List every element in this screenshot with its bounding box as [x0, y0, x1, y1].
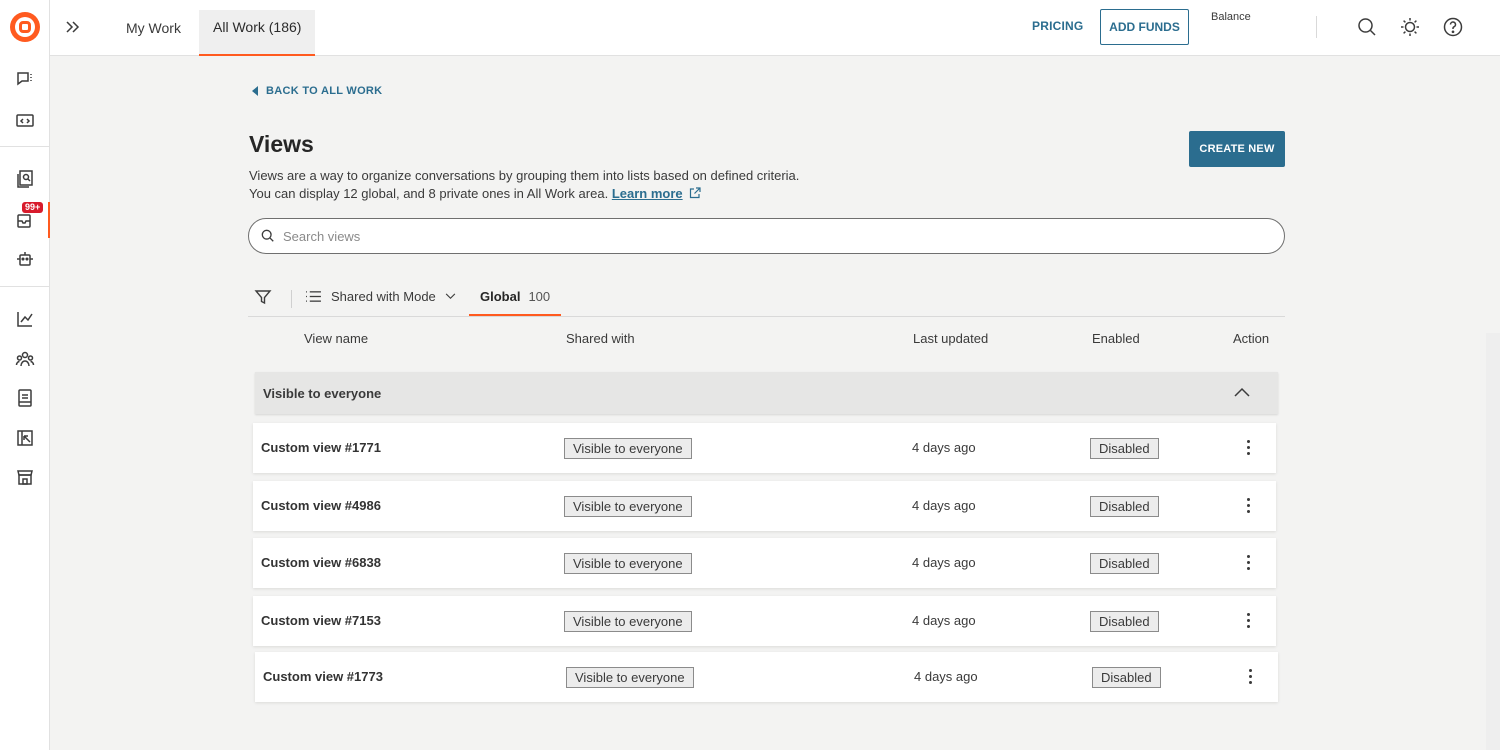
search-icon: [261, 229, 274, 242]
description-line-2: You can display 12 global, and 8 private…: [249, 185, 799, 203]
create-new-button[interactable]: CREATE NEW: [1189, 131, 1285, 167]
status-badge: Disabled: [1090, 438, 1159, 459]
filter-bar: Shared with Mode Global 100: [248, 280, 1285, 317]
shared-with-tag: Visible to everyone: [566, 667, 694, 688]
balance-label: Balance: [1211, 11, 1251, 23]
expand-sidebar-icon[interactable]: [62, 16, 84, 38]
pricing-link[interactable]: PRICING: [1032, 19, 1083, 33]
view-name[interactable]: Custom view #4986: [261, 498, 381, 513]
help-icon[interactable]: [1442, 16, 1464, 38]
code-icon[interactable]: [0, 102, 50, 138]
group-label: Visible to everyone: [263, 385, 382, 401]
more-actions-icon[interactable]: [1243, 438, 1253, 458]
shared-with-tag: Visible to everyone: [564, 611, 692, 632]
external-link-icon[interactable]: [689, 187, 701, 199]
column-header-shared-with[interactable]: Shared with: [566, 331, 635, 346]
shared-with-tag: Visible to everyone: [564, 496, 692, 517]
tab-all-work[interactable]: All Work (186): [199, 10, 316, 56]
column-header-action: Action: [1233, 331, 1270, 346]
more-actions-icon[interactable]: [1243, 496, 1253, 516]
column-header-view-name[interactable]: View name: [304, 331, 368, 346]
reports-icon[interactable]: [0, 420, 50, 456]
chevron-up-icon[interactable]: [1234, 386, 1250, 398]
back-to-all-work-link[interactable]: BACK TO ALL WORK: [252, 85, 382, 97]
filter-icon[interactable]: [254, 288, 272, 306]
search-docs-icon[interactable]: [0, 161, 50, 197]
notification-badge: 99+: [22, 202, 44, 213]
tab-global-count: 100: [528, 289, 551, 304]
learn-more-link[interactable]: Learn more: [612, 186, 683, 201]
table-row[interactable]: Custom view #1773 Visible to everyone 4 …: [255, 652, 1278, 702]
description-line-1: Views are a way to organize conversation…: [249, 168, 800, 183]
column-header-enabled[interactable]: Enabled: [1092, 331, 1140, 346]
knowledge-icon[interactable]: [0, 380, 50, 416]
view-name[interactable]: Custom view #1771: [261, 440, 381, 455]
page-description: Views are a way to organize conversation…: [249, 167, 799, 203]
more-actions-icon[interactable]: [1243, 553, 1253, 573]
theme-sun-icon[interactable]: [1399, 16, 1421, 38]
search-bar: [248, 218, 1285, 254]
shared-with-tag: Visible to everyone: [564, 438, 692, 459]
table-row[interactable]: Custom view #7153 Visible to everyone 4 …: [253, 596, 1276, 646]
shared-with-dropdown-label: Shared with Mode: [331, 289, 436, 304]
more-actions-icon[interactable]: [1245, 667, 1255, 687]
table-row[interactable]: Custom view #4986 Visible to everyone 4 …: [253, 481, 1276, 531]
left-rail: 99+: [0, 0, 50, 750]
view-name[interactable]: Custom view #7153: [261, 613, 381, 628]
analytics-icon[interactable]: [0, 301, 50, 337]
tab-global-label: Global: [480, 289, 521, 304]
view-name[interactable]: Custom view #1773: [263, 669, 383, 684]
view-name[interactable]: Custom view #6838: [261, 555, 381, 570]
list-icon: [306, 291, 321, 302]
table-row[interactable]: Custom view #6838 Visible to everyone 4 …: [253, 538, 1276, 588]
store-icon[interactable]: [0, 459, 50, 495]
last-updated: 4 days ago: [912, 498, 976, 513]
search-views-input[interactable]: [283, 228, 1243, 244]
column-header-last-updated[interactable]: Last updated: [913, 331, 988, 346]
tab-my-work[interactable]: My Work: [112, 10, 195, 46]
top-bar: My Work All Work (186) PRICING ADD FUNDS…: [50, 0, 1500, 56]
status-badge: Disabled: [1090, 496, 1159, 517]
last-updated: 4 days ago: [912, 555, 976, 570]
chevron-down-icon: [445, 293, 456, 300]
last-updated: 4 days ago: [914, 669, 978, 684]
last-updated: 4 days ago: [912, 613, 976, 628]
bot-icon[interactable]: [0, 241, 50, 277]
tab-global[interactable]: Global 100: [469, 280, 562, 316]
description-text: You can display 12 global, and 8 private…: [249, 186, 609, 201]
group-header-visible-to-everyone[interactable]: Visible to everyone: [255, 372, 1278, 414]
shared-with-tag: Visible to everyone: [564, 553, 692, 574]
inbox-icon[interactable]: 99+: [0, 202, 50, 238]
back-arrow-icon: [252, 86, 258, 96]
team-icon[interactable]: [0, 341, 50, 377]
more-actions-icon[interactable]: [1243, 611, 1253, 631]
scrollbar-track[interactable]: [1486, 333, 1500, 750]
back-label: BACK TO ALL WORK: [266, 85, 383, 97]
last-updated: 4 days ago: [912, 440, 976, 455]
shared-with-dropdown[interactable]: Shared with Mode: [305, 289, 456, 304]
conversations-icon[interactable]: [0, 61, 50, 97]
status-badge: Disabled: [1092, 667, 1161, 688]
app-logo[interactable]: [10, 12, 40, 42]
page-title: Views: [249, 131, 314, 157]
add-funds-button[interactable]: ADD FUNDS: [1100, 9, 1189, 45]
search-icon[interactable]: [1356, 16, 1378, 38]
table-row[interactable]: Custom view #1771 Visible to everyone 4 …: [253, 423, 1276, 473]
status-badge: Disabled: [1090, 611, 1159, 632]
status-badge: Disabled: [1090, 553, 1159, 574]
